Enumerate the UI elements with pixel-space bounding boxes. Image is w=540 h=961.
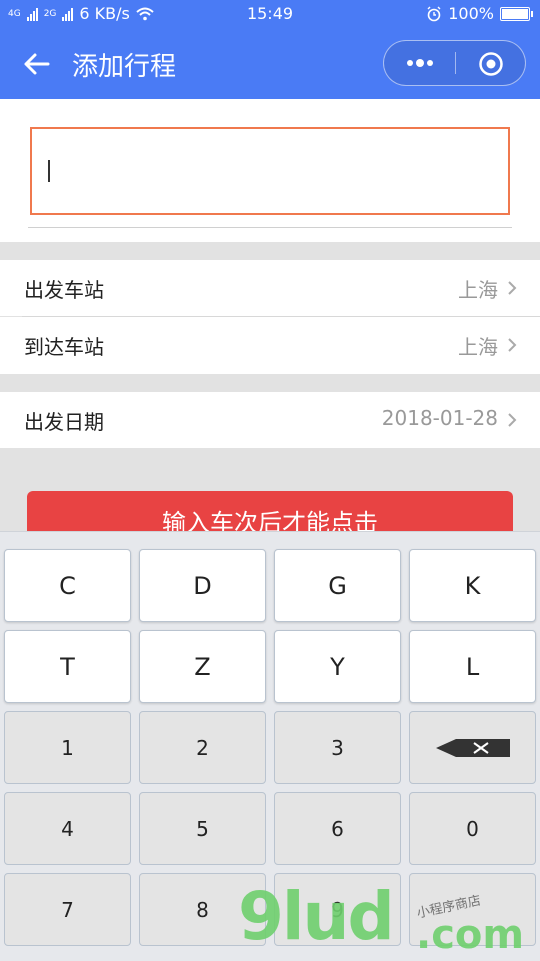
key-g[interactable]: G	[274, 549, 401, 622]
arrival-station-row[interactable]: 到达车站 上海	[0, 317, 540, 374]
key-t[interactable]: T	[4, 630, 131, 703]
status-right: 100%	[426, 4, 533, 23]
chevron-right-icon	[508, 413, 517, 427]
train-number-input[interactable]	[30, 127, 510, 215]
delete-key[interactable]	[409, 711, 536, 784]
backspace-icon	[436, 739, 510, 757]
key-l[interactable]: L	[409, 630, 536, 703]
key-empty[interactable]	[409, 873, 536, 946]
key-k[interactable]: K	[409, 549, 536, 622]
train-input-section	[0, 99, 540, 242]
input-underline	[28, 227, 512, 228]
capsule-divider	[455, 52, 456, 74]
key-c[interactable]: C	[4, 549, 131, 622]
key-4[interactable]: 4	[4, 792, 131, 865]
mini-program-capsule	[383, 40, 526, 86]
train-keyboard: C D G K T Z Y L 1 2 3 4 5 6 0 7 8 9	[0, 531, 540, 961]
target-circle-icon[interactable]	[478, 51, 504, 77]
status-bar: 4G 2G 6 KB/s 15:49 100%	[0, 0, 540, 28]
chevron-right-icon	[508, 281, 517, 295]
page-title: 添加行程	[72, 52, 177, 82]
key-6[interactable]: 6	[274, 792, 401, 865]
key-d[interactable]: D	[139, 549, 266, 622]
battery-icon	[500, 6, 533, 21]
arrow-left-icon[interactable]	[20, 48, 52, 80]
key-1[interactable]: 1	[4, 711, 131, 784]
nav-bar: 添加行程	[0, 28, 540, 99]
arrival-station-value: 上海	[458, 335, 498, 359]
key-3[interactable]: 3	[274, 711, 401, 784]
departure-station-value: 上海	[458, 278, 498, 302]
key-2[interactable]: 2	[139, 711, 266, 784]
departure-date-row[interactable]: 出发日期 2018-01-28	[0, 392, 540, 448]
alarm-icon	[427, 6, 441, 21]
more-dots-icon[interactable]	[402, 51, 438, 75]
key-8[interactable]: 8	[139, 873, 266, 946]
key-0[interactable]: 0	[409, 792, 536, 865]
departure-station-label: 出发车站	[24, 278, 104, 302]
battery-percent: 100%	[448, 4, 494, 23]
text-caret	[48, 160, 50, 182]
key-9[interactable]: 9	[274, 873, 401, 946]
arrival-station-label: 到达车站	[24, 335, 104, 359]
key-z[interactable]: Z	[139, 630, 266, 703]
key-7[interactable]: 7	[4, 873, 131, 946]
departure-station-row[interactable]: 出发车站 上海	[0, 260, 540, 316]
key-5[interactable]: 5	[139, 792, 266, 865]
departure-date-label: 出发日期	[24, 410, 104, 434]
chevron-right-icon	[508, 338, 517, 352]
key-y[interactable]: Y	[274, 630, 401, 703]
departure-date-value: 2018-01-28	[381, 406, 498, 430]
